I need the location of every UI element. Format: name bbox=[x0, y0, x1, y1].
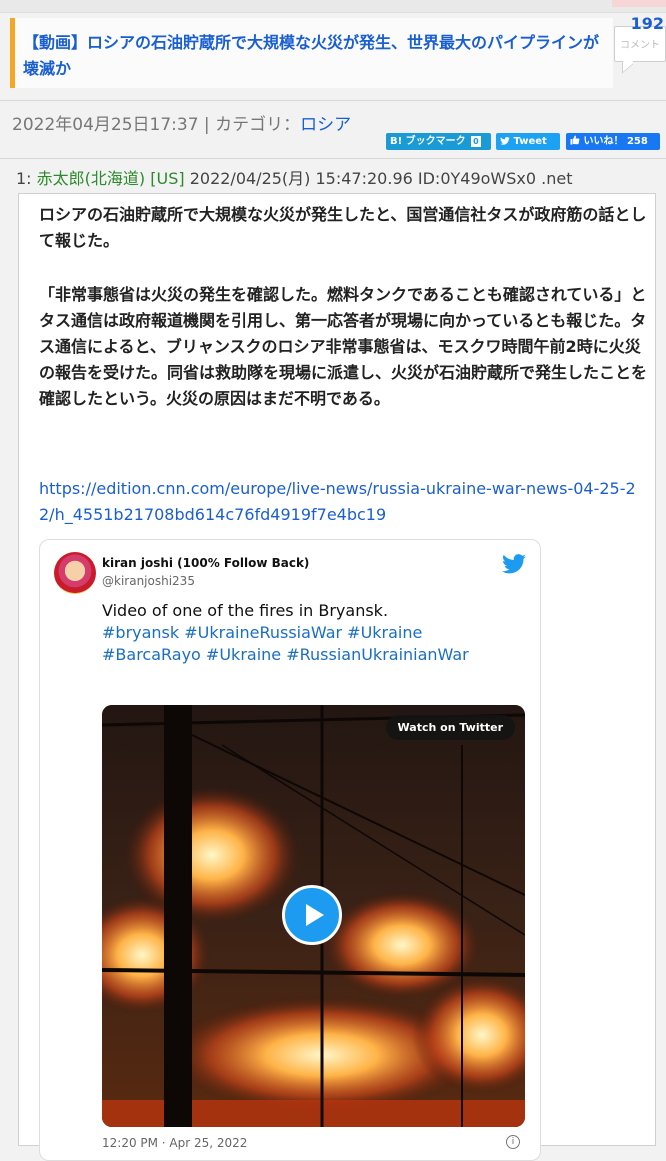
comment-count: 192 bbox=[630, 14, 664, 33]
play-icon bbox=[306, 904, 324, 926]
source-link[interactable]: https://edition.cnn.com/europe/live-news… bbox=[39, 476, 649, 528]
article-header: 【動画】ロシアの石油貯蔵所で大規模な火災が発生、世界最大のパイプラインが壊滅か bbox=[10, 18, 613, 88]
divider bbox=[0, 100, 666, 101]
poster-name: 赤太郎(北海道) [US] bbox=[36, 169, 185, 188]
comment-label: コメント bbox=[620, 40, 660, 51]
article-meta: 2022年04月25日17:37 | カテゴリ：ロシア bbox=[12, 110, 351, 135]
post-paragraph: 「非常事態省は火災の発生を確認した。燃料タンクであることも確認されている」とタス… bbox=[39, 285, 648, 408]
tweet-label: Tweet bbox=[513, 136, 547, 147]
post-paragraph: ロシアの石油貯蔵所で大規模な火災が発生したと、国営通信社タスが政府筋の話として報… bbox=[39, 205, 647, 250]
hatena-bookmark-button[interactable]: B! ブックマーク 0 bbox=[386, 133, 491, 150]
divider bbox=[0, 158, 666, 159]
tweet-button[interactable]: Tweet bbox=[496, 133, 560, 150]
category-link[interactable]: ロシア bbox=[300, 115, 351, 135]
post-date-id: 2022/04/25(月) 15:47:20.96 ID:0Y49oWSx0 .… bbox=[189, 169, 573, 188]
post-body: ロシアの石油貯蔵所で大規模な火災が発生したと、国営通信社タスが政府筋の話として報… bbox=[18, 193, 656, 1161]
twitter-bird-icon bbox=[500, 136, 513, 147]
tweet-author-name[interactable]: kiran joshi (100% Follow Back) bbox=[102, 556, 309, 570]
watch-on-twitter-button[interactable]: Watch on Twitter bbox=[385, 715, 515, 740]
tweet-timestamp[interactable]: 12:20 PM · Apr 25, 2022 bbox=[102, 1136, 247, 1150]
post-header: 1: 赤太郎(北海道) [US] 2022/04/25(月) 15:47:20.… bbox=[16, 165, 572, 189]
category-prefix: | カテゴリ： bbox=[198, 115, 301, 135]
top-band bbox=[0, 0, 666, 13]
thumbs-up-icon bbox=[570, 135, 583, 147]
article-title[interactable]: 【動画】ロシアの石油貯蔵所で大規模な火災が発生、世界最大のパイプラインが壊滅か bbox=[23, 30, 608, 82]
like-label: いいね！ 258 bbox=[583, 136, 648, 147]
tweet-body: Video of one of the fires in Bryansk. bbox=[102, 601, 389, 620]
tweet-video[interactable]: Watch on Twitter bbox=[102, 705, 525, 1127]
embedded-tweet[interactable]: kiran joshi (100% Follow Back) @kiranjos… bbox=[39, 539, 541, 1161]
avatar[interactable] bbox=[54, 552, 96, 594]
twitter-logo-icon[interactable] bbox=[502, 554, 526, 574]
info-icon[interactable]: i bbox=[506, 1135, 520, 1149]
play-button[interactable] bbox=[282, 885, 342, 945]
comment-count-badge[interactable]: 192 コメント bbox=[612, 14, 666, 74]
top-band-mark bbox=[612, 0, 666, 7]
post-number: 1: bbox=[16, 169, 32, 188]
tweet-text: Video of one of the fires in Bryansk. #b… bbox=[102, 600, 522, 666]
hatena-label: B! ブックマーク bbox=[390, 136, 466, 147]
hatena-count: 0 bbox=[471, 135, 481, 147]
tweet-author-handle[interactable]: @kiranjoshi235 bbox=[102, 574, 195, 588]
tweet-hashtags[interactable]: #bryansk #UkraineRussiaWar #Ukraine #Bar… bbox=[102, 622, 522, 666]
article-datetime: 2022年04月25日17:37 bbox=[12, 115, 199, 135]
facebook-like-button[interactable]: いいね！ 258 bbox=[566, 133, 660, 150]
